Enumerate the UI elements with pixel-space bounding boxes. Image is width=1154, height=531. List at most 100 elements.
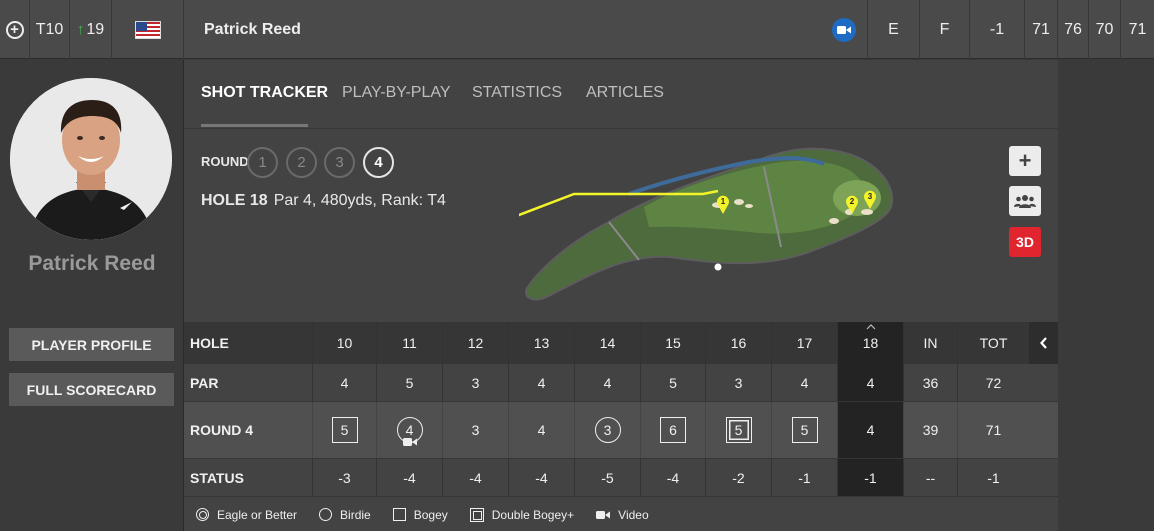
- score-cell: 3: [574, 402, 640, 458]
- score-cell: 5: [312, 402, 376, 458]
- round-score-row: ROUND 4 5 4 3 4 3 6 5 5 4 39 71: [184, 402, 1058, 458]
- bogey-marker: 5: [791, 417, 818, 443]
- status-total-cell: -1: [957, 459, 1029, 496]
- score-total-cell: 71: [957, 402, 1029, 458]
- player-name-topbar[interactable]: Patrick Reed: [184, 0, 821, 59]
- arrow-up-icon: ↑: [76, 21, 85, 38]
- bogey-marker: 5: [331, 417, 358, 443]
- status-cell: -1: [771, 459, 837, 496]
- hole-number-cell: 16: [705, 322, 771, 364]
- chevron-left-icon: [1039, 337, 1047, 349]
- hole-map[interactable]: [382, 142, 899, 307]
- shot-marker-2[interactable]: 2: [845, 194, 859, 214]
- shot-marker-1[interactable]: 1: [716, 194, 730, 214]
- expand-toggle-button[interactable]: +: [0, 0, 30, 59]
- status-cell: -4: [508, 459, 574, 496]
- legend-video-label: Video: [618, 507, 649, 522]
- score-cell: 4: [837, 402, 903, 458]
- status-row: STATUS -3 -4 -4 -4 -5 -4 -2 -1 -1 -- -1: [184, 458, 1058, 497]
- legend-double-label: Double Bogey+: [491, 507, 575, 522]
- movement-value: 19: [86, 20, 105, 38]
- hole-number: HOLE 18: [201, 192, 268, 209]
- status-cell: -4: [376, 459, 442, 496]
- round-label: ROUND: [201, 154, 249, 169]
- player-profile-button[interactable]: PLAYER PROFILE: [9, 328, 174, 361]
- zoom-in-button[interactable]: +: [1009, 146, 1041, 176]
- video-button[interactable]: [821, 0, 868, 59]
- today-score: -1: [970, 0, 1025, 59]
- tab-shot-tracker[interactable]: SHOT TRACKER: [201, 84, 328, 102]
- round-1-button[interactable]: 1: [247, 147, 278, 178]
- tab-play-by-play[interactable]: PLAY-BY-PLAY: [342, 84, 451, 102]
- hole-number-cell: 12: [442, 322, 508, 364]
- round-label: ROUND 4: [190, 422, 254, 438]
- group-view-button[interactable]: [1009, 186, 1041, 216]
- svg-text:3: 3: [868, 192, 873, 201]
- score-in-cell: 39: [903, 402, 957, 458]
- score-cell[interactable]: 4: [376, 402, 442, 458]
- hole-number-cell: 18: [862, 335, 879, 351]
- video-icon: [596, 510, 611, 519]
- status-cell: -3: [312, 459, 376, 496]
- score-cell: 5: [771, 402, 837, 458]
- hole-number-cell: 10: [312, 322, 376, 364]
- group-icon: [1014, 195, 1036, 208]
- hole-number-cell: 15: [640, 322, 705, 364]
- status-cell: -4: [640, 459, 705, 496]
- birdie-marker: 3: [594, 417, 621, 443]
- status-label: STATUS: [190, 469, 244, 486]
- shot-tracker-panel: SHOT TRACKER PLAY-BY-PLAY STATISTICS ART…: [184, 60, 1058, 531]
- round-4-button[interactable]: 4: [363, 147, 394, 178]
- in-header: IN: [903, 322, 957, 364]
- par-row: PAR 4 5 3 4 4 5 3 4 4 36 72: [184, 364, 1058, 402]
- hole-details: Par 4, 480yds, Rank: T4: [273, 192, 446, 209]
- par-cell: 4: [574, 364, 640, 401]
- par-cell: 5: [640, 364, 705, 401]
- status-in-cell: --: [903, 459, 957, 496]
- par-cell: 3: [442, 364, 508, 401]
- active-tab-indicator: [201, 124, 308, 127]
- legend-video: Video: [596, 507, 649, 522]
- 3d-view-button[interactable]: 3D: [1009, 227, 1041, 257]
- total-to-par: E: [868, 0, 920, 59]
- full-scorecard-button[interactable]: FULL SCORECARD: [9, 373, 174, 406]
- hole-row: HOLE 10 11 12 13 14 15 16 17 18 IN TOT: [184, 322, 1058, 364]
- round-3-button[interactable]: 3: [324, 147, 355, 178]
- usa-flag-icon: [134, 20, 161, 39]
- legend-bogey: Bogey: [392, 507, 448, 522]
- round-4-score: 71: [1128, 20, 1147, 38]
- scorecard-prev-button[interactable]: [1029, 322, 1058, 364]
- legend-eagle: Eagle or Better: [196, 508, 297, 522]
- par-cell: 5: [376, 364, 442, 401]
- shot-marker-3[interactable]: 3: [863, 189, 877, 209]
- legend-birdie: Birdie: [319, 508, 371, 522]
- status-cell: -1: [837, 459, 903, 496]
- svg-text:2: 2: [850, 197, 855, 206]
- score-cell: 3: [442, 402, 508, 458]
- plus-circle-icon: +: [5, 20, 24, 39]
- bogey-marker: 6: [660, 417, 686, 443]
- tab-articles[interactable]: ARTICLES: [586, 84, 664, 102]
- player-panel: Patrick Reed PLAYER PROFILE FULL SCORECA…: [0, 60, 184, 531]
- score-cell: 4: [508, 402, 574, 458]
- current-hole-cell[interactable]: 18: [837, 322, 903, 364]
- par-cell: 4: [508, 364, 574, 401]
- leaderboard-row[interactable]: + T10 ↑ 19 Patrick Reed E F -1 71 76 70 …: [0, 0, 1154, 59]
- country-flag-cell: [112, 0, 184, 59]
- tab-statistics[interactable]: STATISTICS: [472, 84, 562, 102]
- legend-bogey-label: Bogey: [413, 507, 448, 522]
- par-cell: 4: [837, 364, 903, 401]
- legend-eagle-label: Eagle or Better: [217, 507, 298, 522]
- scorecard-legend: Eagle or Better Birdie Bogey Double Boge…: [184, 498, 1058, 531]
- eagle-icon: [196, 508, 209, 521]
- par-cell: 4: [771, 364, 837, 401]
- video-icon[interactable]: [402, 437, 417, 447]
- svg-text:1: 1: [721, 197, 726, 206]
- round-2-score: 76: [1058, 0, 1089, 59]
- caret-up-icon: [866, 324, 875, 330]
- round-2-button[interactable]: 2: [286, 147, 317, 178]
- hole-number-cell: 13: [508, 322, 574, 364]
- status-cell: -4: [442, 459, 508, 496]
- hole-number-cell: 11: [376, 322, 442, 364]
- double-bogey-marker: 5: [725, 417, 752, 443]
